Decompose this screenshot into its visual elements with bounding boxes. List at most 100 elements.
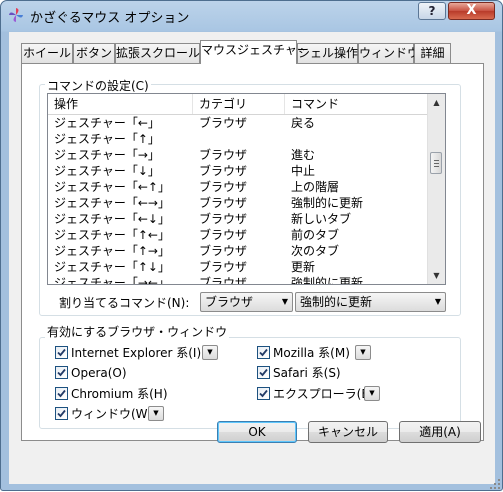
cell-action: ジェスチャー「←↑」 <box>54 180 170 194</box>
cancel-button[interactable]: キャンセル <box>308 421 388 443</box>
cell-action: ジェスチャー「→」 <box>54 148 160 162</box>
cell-command: 前のタブ <box>291 228 340 242</box>
cell-action: ジェスチャー「↑←」 <box>54 228 170 242</box>
cell-command <box>285 131 429 147</box>
gesture-list[interactable]: 操作 カテゴリ コマンド ジェスチャー「←」 ブラウザ 戻る ジェスチャー「↑」 ジェス… <box>47 93 446 285</box>
checkbox-box[interactable] <box>55 366 68 379</box>
cell-command: 強制的に更新 <box>291 276 364 285</box>
scroll-thumb[interactable] <box>430 152 442 174</box>
cell-category <box>193 131 285 147</box>
cell-category: ブラウザ <box>199 276 248 285</box>
checkbox-label: Mozilla 系(M) <box>273 346 350 360</box>
checkbox-label: エクスプローラ(E) <box>273 387 374 401</box>
table-row[interactable]: ジェスチャー「←→」 ブラウザ 強制的に更新 <box>48 195 429 211</box>
close-button[interactable]: X <box>448 2 495 20</box>
tab-mouse-gestures[interactable]: マウスジェスチャー <box>200 40 309 64</box>
checkbox-label: Internet Explorer 系(I) <box>71 346 202 360</box>
command-select[interactable]: 強制的に更新 ▼ <box>295 292 446 312</box>
window-options-dropdown[interactable]: ▼ <box>148 406 164 421</box>
window-title: かざぐるマウス オプション <box>30 11 190 26</box>
cell-command: 新しいタブ <box>291 212 352 226</box>
cell-action: ジェスチャー「←→」 <box>54 196 170 210</box>
category-select[interactable]: ブラウザ ▼ <box>200 292 293 312</box>
cell-category: ブラウザ <box>199 164 248 178</box>
table-row[interactable]: ジェスチャー「←↓」 ブラウザ 新しいタブ <box>48 211 429 227</box>
table-row[interactable]: ジェスチャー「↑」 <box>48 131 429 147</box>
tab-window[interactable]: ウィンドウ <box>358 43 419 63</box>
column-header-action[interactable]: 操作 <box>48 94 193 114</box>
checkmark-icon <box>57 348 66 357</box>
checkbox-label: Chromium 系(H) <box>71 387 168 401</box>
column-header-category[interactable]: カテゴリ <box>193 94 285 114</box>
scroll-down-arrow-icon[interactable]: ▼ <box>428 267 445 284</box>
table-row[interactable]: ジェスチャー「↑←」 ブラウザ 前のタブ <box>48 227 429 243</box>
cell-category: ブラウザ <box>199 116 248 130</box>
cell-category: ブラウザ <box>199 180 248 194</box>
checkmark-icon <box>259 368 268 377</box>
cell-action: ジェスチャー「→←」 <box>54 276 170 285</box>
cell-command: 強制的に更新 <box>291 196 364 210</box>
cell-command: 更新 <box>291 260 316 274</box>
close-icon: X <box>466 3 477 18</box>
pinwheel-icon <box>8 7 24 23</box>
cell-category: ブラウザ <box>199 244 248 258</box>
cell-action: ジェスチャー「↓」 <box>54 164 160 178</box>
tab-extended-scroll[interactable]: 拡張スクロール <box>115 43 200 63</box>
resize-grip-icon[interactable] <box>490 478 500 489</box>
cell-category: ブラウザ <box>199 260 248 274</box>
apply-button[interactable]: 適用(A) <box>399 421 481 443</box>
command-settings-label: コマンドの設定(C) <box>45 77 151 94</box>
ok-button[interactable]: OK <box>217 421 297 443</box>
ie-options-dropdown[interactable]: ▼ <box>202 345 218 360</box>
tab-buttons[interactable]: ボタン <box>73 43 115 63</box>
mozilla-options-dropdown[interactable]: ▼ <box>355 345 371 360</box>
cell-command: 上の階層 <box>291 180 340 194</box>
cell-action: ジェスチャー「↑」 <box>54 132 160 146</box>
cell-category: ブラウザ <box>199 228 248 242</box>
tab-wheel[interactable]: ホイール <box>21 43 73 63</box>
browser-windows-label: 有効にするブラウザ・ウィンドウ <box>45 323 230 340</box>
list-header: 操作 カテゴリ コマンド <box>48 94 429 115</box>
table-row[interactable]: ジェスチャー「←↑」 ブラウザ 上の階層 <box>48 179 429 195</box>
cell-action: ジェスチャー「←↓」 <box>54 212 170 226</box>
tab-details[interactable]: 詳細 <box>414 43 451 63</box>
table-row[interactable]: ジェスチャー「↑↓」 ブラウザ 更新 <box>48 259 429 275</box>
checkbox-label: Opera(O) <box>71 366 127 380</box>
cell-command: 次のタブ <box>291 244 340 258</box>
column-header-command[interactable]: コマンド <box>285 94 429 114</box>
command-select-value: 強制的に更新 <box>300 295 373 309</box>
chevron-down-icon: ▼ <box>281 297 288 306</box>
checkbox-box[interactable] <box>257 346 270 359</box>
table-row[interactable]: ジェスチャー「→」 ブラウザ 進む <box>48 147 429 163</box>
table-row[interactable]: ジェスチャー「→←」 ブラウザ 強制的に更新 <box>48 275 429 285</box>
cell-action: ジェスチャー「←」 <box>54 116 160 130</box>
checkbox-box[interactable] <box>55 387 68 400</box>
cell-command: 戻る <box>291 116 316 130</box>
checkbox-box[interactable] <box>55 346 68 359</box>
checkmark-icon <box>57 409 66 418</box>
table-row[interactable]: ジェスチャー「↑→」 ブラウザ 次のタブ <box>48 243 429 259</box>
checkmark-icon <box>259 348 268 357</box>
chevron-down-icon: ▼ <box>434 297 441 306</box>
checkmark-icon <box>57 389 66 398</box>
help-button[interactable]: ? <box>418 2 446 20</box>
cell-category: ブラウザ <box>199 212 248 226</box>
list-scrollbar[interactable]: ▲ ▼ <box>427 94 445 284</box>
checkbox-box[interactable] <box>257 366 270 379</box>
checkbox-box[interactable] <box>55 407 68 420</box>
cell-category: ブラウザ <box>199 148 248 162</box>
title-bar[interactable]: かざぐるマウス オプション ? X <box>1 1 502 32</box>
checkmark-icon <box>259 389 268 398</box>
table-row[interactable]: ジェスチャー「←」 ブラウザ 戻る <box>48 115 429 131</box>
cell-command: 進む <box>291 148 316 162</box>
chevron-down-icon: ▼ <box>369 389 375 397</box>
chevron-down-icon: ▼ <box>153 409 159 417</box>
checkbox-label: Safari 系(S) <box>273 366 341 380</box>
cell-action: ジェスチャー「↑↓」 <box>54 260 170 274</box>
checkbox-box[interactable] <box>257 387 270 400</box>
explorer-options-dropdown[interactable]: ▼ <box>364 386 380 401</box>
assign-command-label: 割り当てるコマンド(N): <box>59 296 190 310</box>
scroll-up-arrow-icon[interactable]: ▲ <box>428 94 445 111</box>
cell-action: ジェスチャー「↑→」 <box>54 244 170 258</box>
table-row[interactable]: ジェスチャー「↓」 ブラウザ 中止 <box>48 163 429 179</box>
